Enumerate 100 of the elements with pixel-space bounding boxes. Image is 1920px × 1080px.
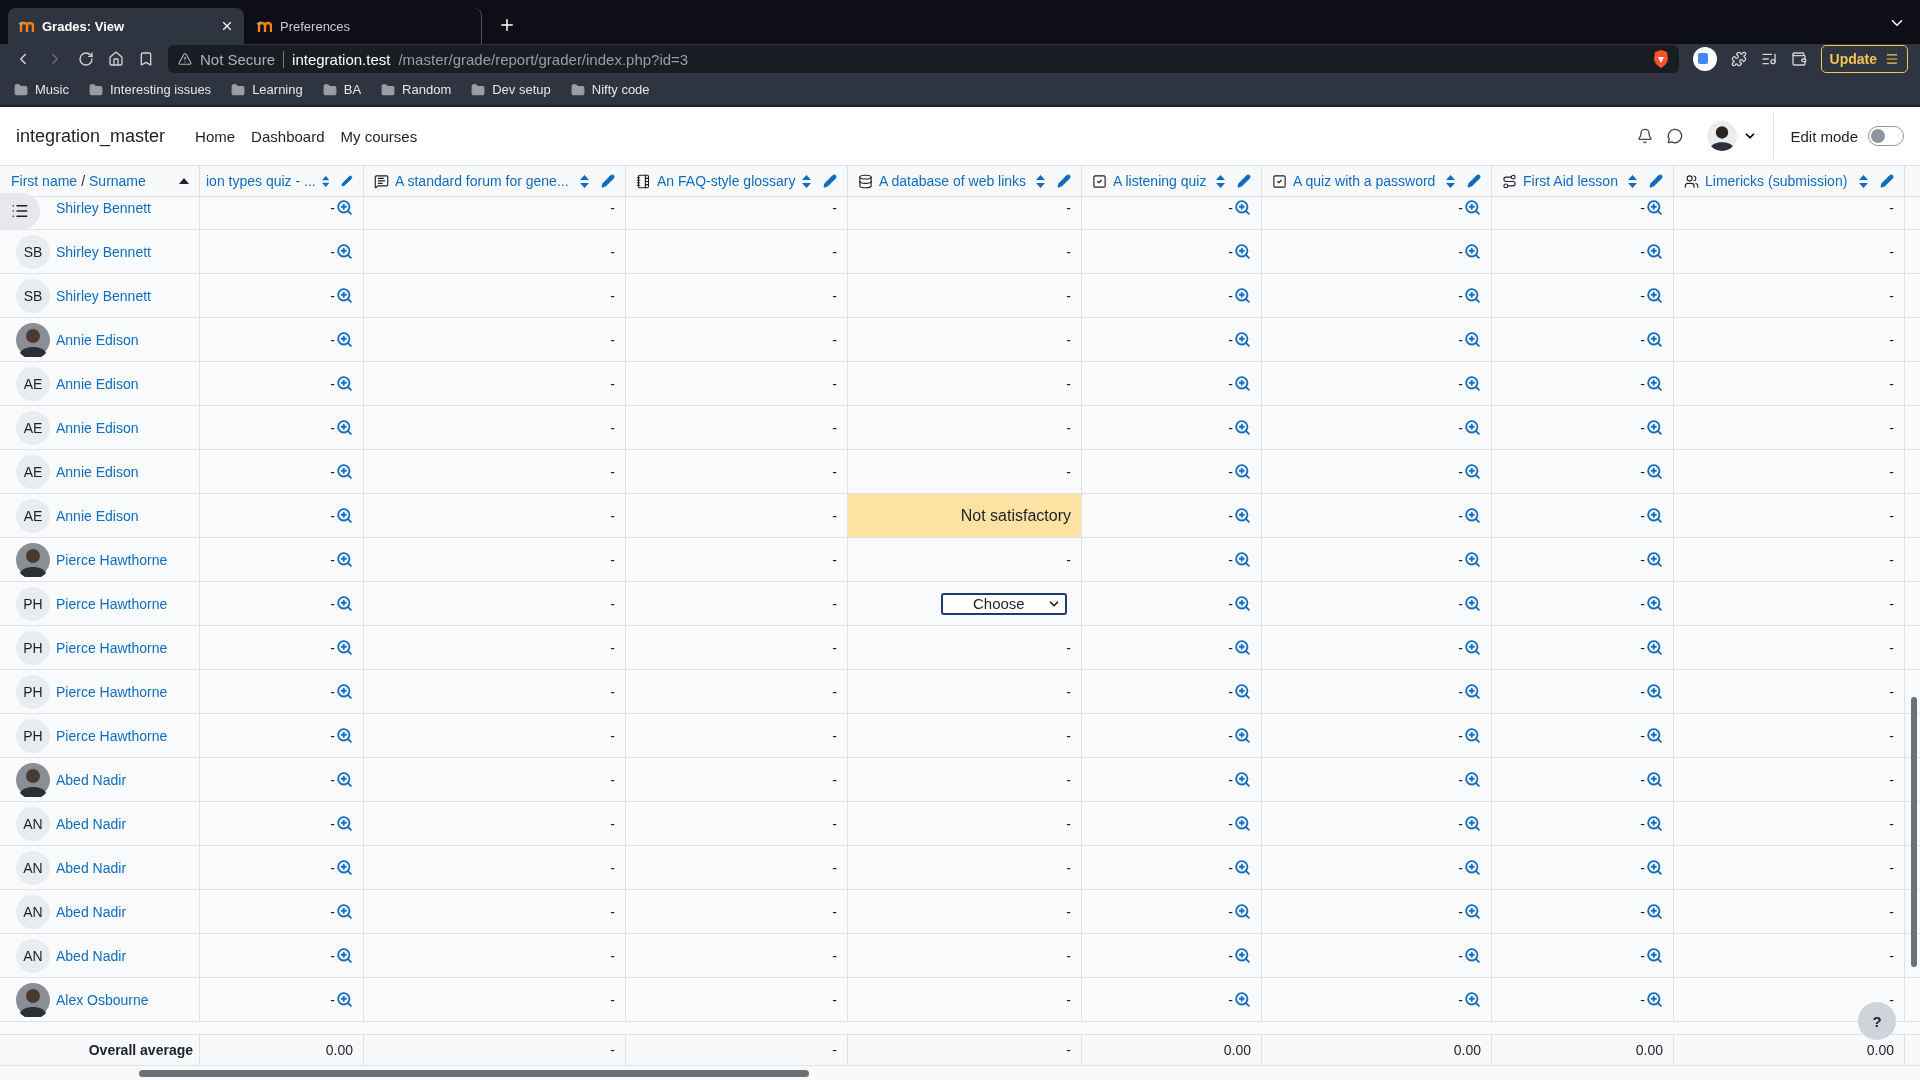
zoom-in-icon[interactable] bbox=[1234, 551, 1251, 568]
zoom-in-icon[interactable] bbox=[1646, 727, 1663, 744]
student-name-link[interactable]: Annie Edison bbox=[56, 463, 139, 480]
zoom-in-icon[interactable] bbox=[336, 287, 353, 304]
zoom-in-icon[interactable] bbox=[336, 199, 353, 216]
zoom-in-icon[interactable] bbox=[1646, 463, 1663, 480]
student-name-link[interactable]: Abed Nadir bbox=[56, 859, 127, 876]
zoom-in-icon[interactable] bbox=[1646, 551, 1663, 568]
nav-link[interactable]: Home bbox=[195, 127, 236, 145]
zoom-in-icon[interactable] bbox=[1464, 551, 1481, 568]
zoom-in-icon[interactable] bbox=[1464, 199, 1481, 216]
zoom-in-icon[interactable] bbox=[336, 903, 353, 920]
zoom-in-icon[interactable] bbox=[1646, 243, 1663, 260]
zoom-in-icon[interactable] bbox=[1646, 991, 1663, 1008]
home-icon[interactable] bbox=[108, 51, 124, 67]
surname-sort-link[interactable]: Surname bbox=[89, 173, 146, 189]
bookmark-item[interactable]: Dev setup bbox=[471, 82, 551, 97]
zoom-in-icon[interactable] bbox=[1234, 375, 1251, 392]
playlist-icon[interactable] bbox=[1760, 51, 1777, 67]
zoom-in-icon[interactable] bbox=[336, 639, 353, 656]
zoom-in-icon[interactable] bbox=[336, 551, 353, 568]
edit-mode-switch[interactable] bbox=[1868, 126, 1904, 146]
sort-icon[interactable] bbox=[580, 174, 589, 188]
zoom-in-icon[interactable] bbox=[1234, 199, 1251, 216]
zoom-in-icon[interactable] bbox=[1646, 287, 1663, 304]
zoom-in-icon[interactable] bbox=[1646, 375, 1663, 392]
edit-icon[interactable] bbox=[1237, 174, 1251, 188]
edit-icon[interactable] bbox=[1057, 174, 1071, 188]
zoom-in-icon[interactable] bbox=[336, 463, 353, 480]
zoom-in-icon[interactable] bbox=[336, 243, 353, 260]
student-name-link[interactable]: Shirley Bennett bbox=[56, 243, 151, 260]
edit-icon[interactable] bbox=[1880, 174, 1894, 188]
column-header-link[interactable]: A database of web links bbox=[879, 173, 1030, 189]
column-header-link[interactable]: A standard forum for gene... bbox=[395, 173, 574, 189]
student-name-link[interactable]: Pierce Hawthorne bbox=[56, 683, 168, 700]
bookmark-icon[interactable] bbox=[138, 51, 154, 67]
zoom-in-icon[interactable] bbox=[1234, 683, 1251, 700]
sort-icon[interactable] bbox=[1216, 174, 1225, 188]
student-name-link[interactable]: Annie Edison bbox=[56, 419, 139, 436]
wallet-icon[interactable] bbox=[1790, 51, 1807, 67]
zoom-in-icon[interactable] bbox=[336, 727, 353, 744]
bookmark-item[interactable]: Random bbox=[381, 82, 452, 97]
zoom-in-icon[interactable] bbox=[1234, 727, 1251, 744]
zoom-in-icon[interactable] bbox=[1234, 815, 1251, 832]
column-header-link[interactable]: A quiz with a password bbox=[1293, 173, 1440, 189]
zoom-in-icon[interactable] bbox=[1646, 331, 1663, 348]
student-name-link[interactable]: Pierce Hawthorne bbox=[56, 551, 168, 568]
address-bar[interactable]: Not Secure integration.test /master/grade/report/grader/index.php?id=3 bbox=[168, 45, 1679, 73]
site-name[interactable]: integration_master bbox=[16, 125, 166, 147]
student-name-link[interactable]: Pierce Hawthorne bbox=[56, 595, 168, 612]
zoom-in-icon[interactable] bbox=[1464, 287, 1481, 304]
student-name-link[interactable]: Annie Edison bbox=[56, 331, 139, 348]
notifications-icon[interactable] bbox=[1637, 128, 1654, 144]
edit-icon[interactable] bbox=[1649, 174, 1663, 188]
zoom-in-icon[interactable] bbox=[1646, 639, 1663, 656]
zoom-in-icon[interactable] bbox=[1464, 243, 1481, 260]
zoom-in-icon[interactable] bbox=[336, 815, 353, 832]
zoom-in-icon[interactable] bbox=[1646, 859, 1663, 876]
zoom-in-icon[interactable] bbox=[1234, 243, 1251, 260]
student-name-link[interactable]: Annie Edison bbox=[56, 375, 139, 392]
zoom-in-icon[interactable] bbox=[336, 859, 353, 876]
zoom-in-icon[interactable] bbox=[1646, 771, 1663, 788]
zoom-in-icon[interactable] bbox=[336, 331, 353, 348]
student-name-link[interactable]: Shirley Bennett bbox=[56, 287, 151, 304]
sort-icon[interactable] bbox=[802, 174, 811, 188]
zoom-in-icon[interactable] bbox=[336, 683, 353, 700]
zoom-in-icon[interactable] bbox=[1464, 595, 1481, 612]
close-icon[interactable] bbox=[220, 19, 234, 33]
zoom-in-icon[interactable] bbox=[1464, 991, 1481, 1008]
zoom-in-icon[interactable] bbox=[336, 507, 353, 524]
messages-icon[interactable] bbox=[1667, 128, 1684, 144]
sort-icon[interactable] bbox=[321, 174, 330, 188]
zoom-in-icon[interactable] bbox=[1464, 771, 1481, 788]
bookmark-item[interactable]: Music bbox=[14, 82, 69, 97]
zoom-in-icon[interactable] bbox=[1464, 375, 1481, 392]
zoom-in-icon[interactable] bbox=[1464, 419, 1481, 436]
zoom-in-icon[interactable] bbox=[1646, 903, 1663, 920]
zoom-in-icon[interactable] bbox=[1646, 683, 1663, 700]
bookmark-item[interactable]: BA bbox=[322, 82, 362, 97]
zoom-in-icon[interactable] bbox=[1646, 595, 1663, 612]
zoom-in-icon[interactable] bbox=[1234, 859, 1251, 876]
zoom-in-icon[interactable] bbox=[1646, 507, 1663, 524]
student-name-link[interactable]: Pierce Hawthorne bbox=[56, 727, 168, 744]
zoom-in-icon[interactable] bbox=[1234, 331, 1251, 348]
zoom-in-icon[interactable] bbox=[336, 595, 353, 612]
student-name-link[interactable]: Abed Nadir bbox=[56, 815, 127, 832]
zoom-in-icon[interactable] bbox=[1234, 991, 1251, 1008]
student-name-link[interactable]: Shirley Bennett bbox=[56, 199, 151, 216]
nav-link[interactable]: My courses bbox=[340, 127, 418, 145]
zoom-in-icon[interactable] bbox=[336, 947, 353, 964]
zoom-in-icon[interactable] bbox=[1464, 859, 1481, 876]
bookmark-item[interactable]: Interesting issues bbox=[88, 82, 212, 97]
column-header-link[interactable]: First Aid lesson bbox=[1523, 173, 1622, 189]
column-header-link[interactable]: ion types quiz - ... bbox=[206, 173, 316, 189]
nav-link[interactable]: Dashboard bbox=[251, 127, 325, 145]
sort-ascending-icon[interactable] bbox=[179, 178, 189, 184]
student-name-link[interactable]: Alex Osbourne bbox=[56, 991, 149, 1008]
zoom-in-icon[interactable] bbox=[1464, 331, 1481, 348]
reload-icon[interactable] bbox=[78, 51, 94, 67]
zoom-in-icon[interactable] bbox=[336, 991, 353, 1008]
